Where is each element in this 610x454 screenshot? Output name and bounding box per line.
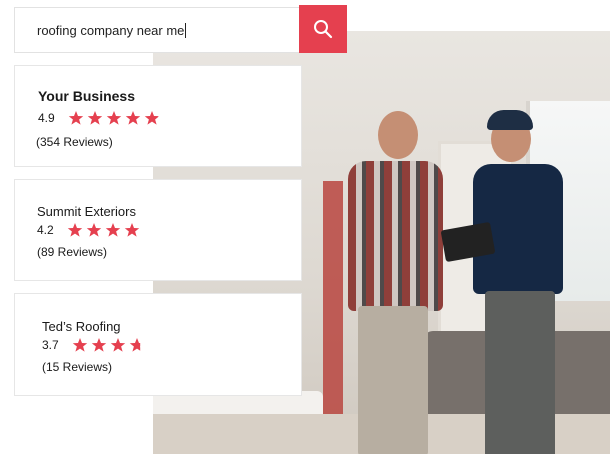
search-input[interactable]: roofing company near me	[14, 7, 299, 53]
star-icon	[124, 223, 139, 237]
star-icon	[72, 338, 87, 352]
star-icon	[144, 111, 159, 125]
star-rating	[68, 110, 160, 126]
result-card-your-business[interactable]: Your Business 4.9 (354 Reviews)	[14, 65, 302, 167]
search-button[interactable]	[299, 5, 347, 53]
search-query-text: roofing company near me	[37, 22, 185, 38]
rating-row: 4.9	[38, 110, 160, 126]
result-card-summit-exteriors[interactable]: Summit Exteriors 4.2 (89 Reviews)	[14, 179, 302, 281]
result-card-teds-roofing[interactable]: Ted’s Roofing 3.7 (15 Reviews)	[14, 293, 302, 396]
star-icon	[68, 111, 83, 125]
rating-value: 4.2	[37, 223, 54, 237]
star-icon	[86, 223, 101, 237]
star-icon	[106, 111, 121, 125]
rating-row: 4.2	[37, 222, 140, 238]
cap	[487, 110, 533, 130]
rating-value: 4.9	[38, 111, 55, 125]
business-name: Summit Exteriors	[37, 204, 136, 219]
star-rating	[67, 222, 140, 238]
star-icon	[87, 111, 102, 125]
star-icon	[125, 111, 140, 125]
rating-value: 3.7	[42, 338, 59, 352]
business-name: Your Business	[38, 88, 135, 104]
star-icon	[67, 223, 82, 237]
star-rating	[72, 337, 145, 353]
rating-row: 3.7	[42, 337, 145, 353]
business-name: Ted’s Roofing	[42, 319, 121, 334]
star-icon	[91, 338, 106, 352]
curtain	[323, 181, 343, 421]
review-count: (89 Reviews)	[37, 245, 108, 259]
review-count: (354 Reviews)	[36, 135, 113, 149]
search-icon	[314, 20, 333, 39]
star-icon	[129, 338, 140, 352]
star-icon	[105, 223, 120, 237]
star-icon	[110, 338, 125, 352]
text-cursor	[185, 22, 187, 38]
review-count: (15 Reviews)	[42, 360, 113, 374]
